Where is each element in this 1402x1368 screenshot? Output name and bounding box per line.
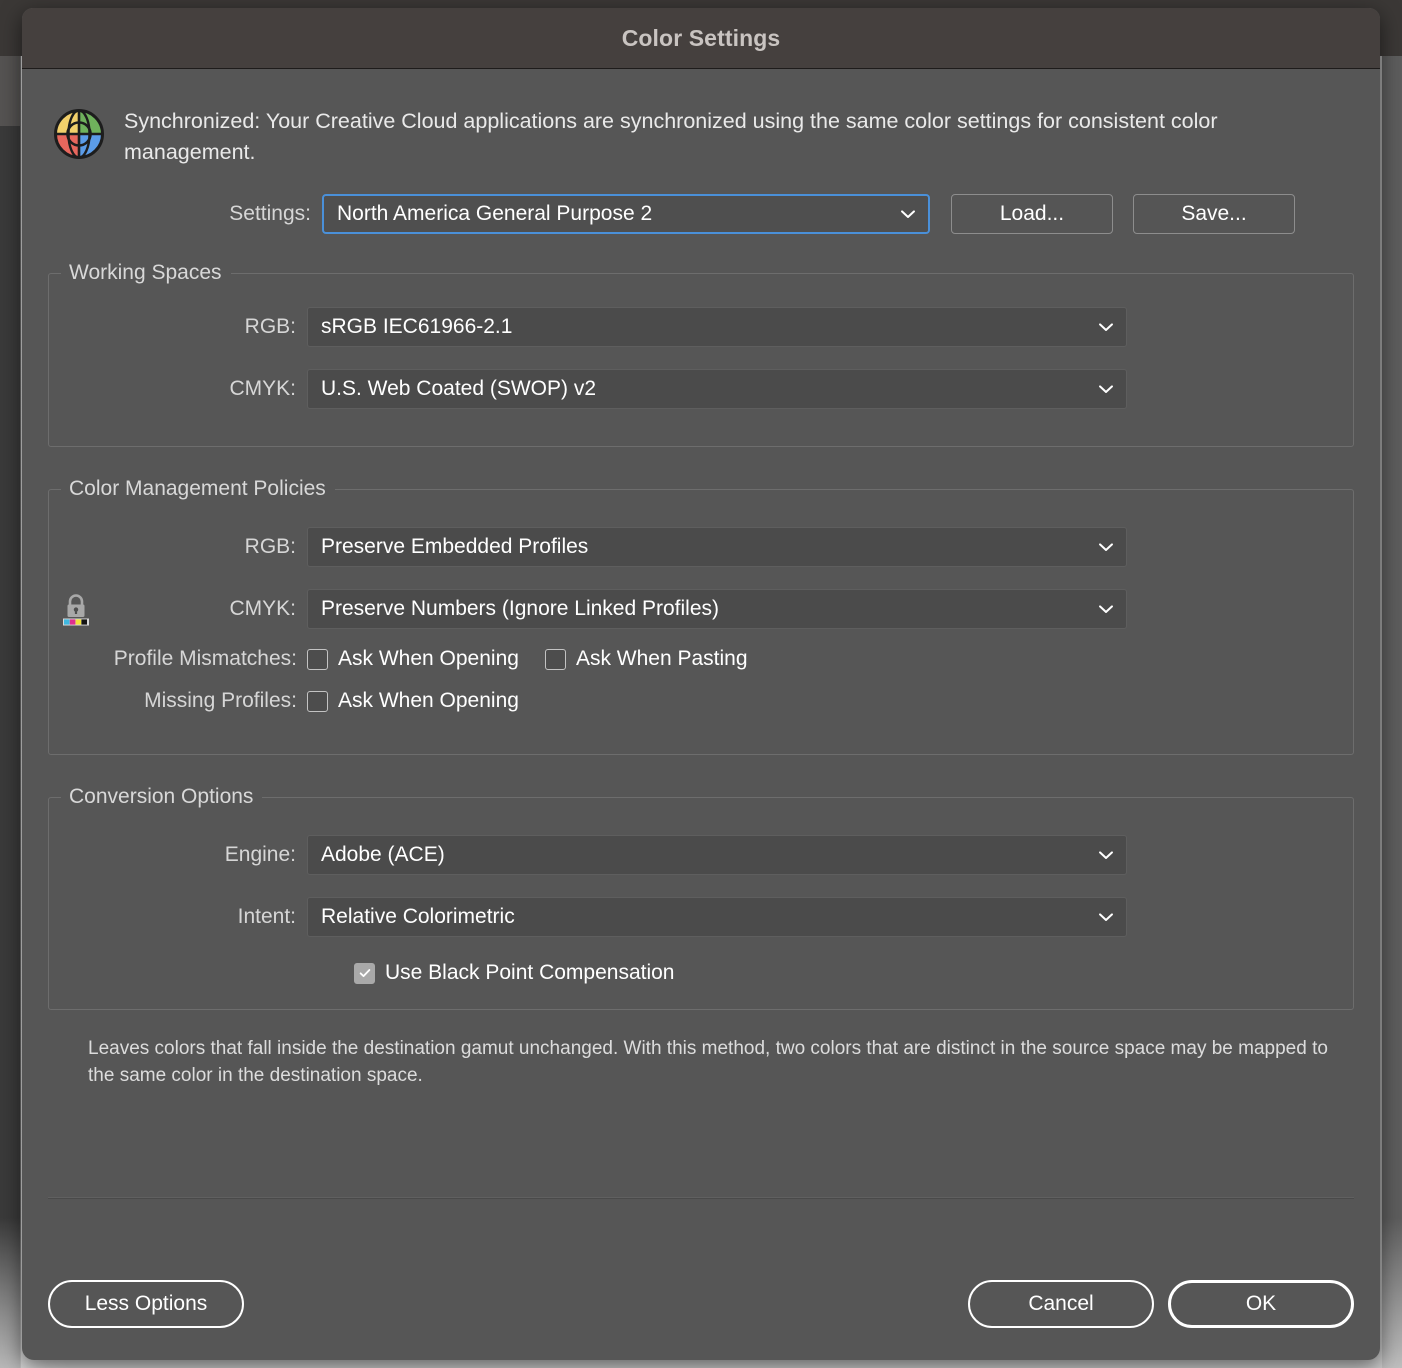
settings-row: Settings: North America General Purpose … xyxy=(48,194,1354,235)
footer-actions: Cancel OK xyxy=(968,1280,1354,1328)
conversion-engine-label: Engine: xyxy=(224,843,296,867)
conversion-intent-dropdown[interactable]: Relative Colorimetric xyxy=(307,897,1127,938)
chevron-down-icon xyxy=(1098,850,1114,860)
dialog-titlebar: Color Settings xyxy=(22,8,1380,69)
working-spaces-rgb-dropdown[interactable]: sRGB IEC61966-2.1 xyxy=(307,307,1127,348)
sync-banner: Synchronized: Your Creative Cloud applic… xyxy=(48,69,1354,167)
working-spaces-legend: Working Spaces xyxy=(69,261,222,285)
mismatch-ask-opening-item[interactable]: Ask When Opening xyxy=(307,647,519,671)
working-spaces-rgb-row: RGB: sRGB IEC61966-2.1 xyxy=(49,307,1353,348)
policies-legend: Color Management Policies xyxy=(69,477,326,501)
conversion-engine-dropdown[interactable]: Adobe (ACE) xyxy=(307,835,1127,876)
bpc-item[interactable]: Use Black Point Compensation xyxy=(354,961,1353,985)
working-spaces-rgb-label: RGB: xyxy=(244,315,296,339)
cmyk-lock-icon xyxy=(61,592,91,626)
mismatch-ask-pasting-label: Ask When Pasting xyxy=(575,647,748,671)
dialog-footer: Less Options Cancel OK xyxy=(48,1280,1354,1328)
chevron-down-icon xyxy=(900,209,916,219)
settings-preset-value: North America General Purpose 2 xyxy=(337,202,653,226)
policies-rgb-row: RGB: Preserve Embedded Profiles xyxy=(49,527,1353,568)
conversion-options-group: Conversion Options Engine: Adobe (ACE) I… xyxy=(48,785,1354,1011)
policies-rgb-label: RGB: xyxy=(244,535,296,559)
settings-label: Settings: xyxy=(229,202,311,226)
policies-cmyk-row: CMYK: Preserve Numbers (Ignore Linked Pr… xyxy=(49,589,1353,630)
chevron-down-icon xyxy=(1098,322,1114,332)
mismatch-ask-opening-checkbox[interactable] xyxy=(307,648,328,670)
ok-button[interactable]: OK xyxy=(1168,1280,1354,1328)
chevron-down-icon xyxy=(1098,912,1114,922)
load-button[interactable]: Load... xyxy=(951,194,1113,235)
policies-cmyk-value: Preserve Numbers (Ignore Linked Profiles… xyxy=(321,597,719,621)
backdrop-side-strip xyxy=(0,56,20,126)
cancel-button[interactable]: Cancel xyxy=(968,1280,1154,1328)
working-spaces-cmyk-label: CMYK: xyxy=(229,377,296,401)
conversion-engine-value: Adobe (ACE) xyxy=(321,843,445,867)
missing-profiles-row: Missing Profiles: Ask When Opening xyxy=(49,689,1353,713)
intent-description: Leaves colors that fall inside the desti… xyxy=(88,1038,1328,1086)
backdrop-right-panel xyxy=(1382,56,1402,1368)
dialog-title: Color Settings xyxy=(621,24,781,51)
less-options-button[interactable]: Less Options xyxy=(48,1280,244,1328)
color-management-policies-group: Color Management Policies RGB: Preserve … xyxy=(48,477,1354,756)
chevron-down-icon xyxy=(1098,384,1114,394)
missing-ask-opening-checkbox[interactable] xyxy=(307,690,328,712)
conversion-legend: Conversion Options xyxy=(69,785,254,809)
color-settings-dialog: Color Settings Synchronized: Your Creati… xyxy=(22,8,1380,1360)
mismatch-ask-pasting-item[interactable]: Ask When Pasting xyxy=(544,647,748,671)
missing-ask-opening-item[interactable]: Ask When Opening xyxy=(307,689,519,713)
policies-rgb-dropdown[interactable]: Preserve Embedded Profiles xyxy=(307,527,1127,568)
working-spaces-cmyk-dropdown[interactable]: U.S. Web Coated (SWOP) v2 xyxy=(307,369,1127,410)
missing-profiles-label: Missing Profiles: xyxy=(144,689,297,713)
mismatch-ask-pasting-checkbox[interactable] xyxy=(544,648,566,670)
chevron-down-icon xyxy=(1098,604,1114,614)
black-point-compensation-row: Use Black Point Compensation xyxy=(49,961,1353,985)
profile-mismatches-row: Profile Mismatches: Ask When Opening Ask… xyxy=(49,647,1353,671)
working-spaces-cmyk-value: U.S. Web Coated (SWOP) v2 xyxy=(321,377,597,401)
policies-rgb-value: Preserve Embedded Profiles xyxy=(321,535,589,559)
bpc-label: Use Black Point Compensation xyxy=(385,961,675,985)
save-button[interactable]: Save... xyxy=(1133,194,1295,235)
bpc-checkbox[interactable] xyxy=(354,962,375,984)
conversion-intent-label: Intent: xyxy=(237,905,296,929)
profile-mismatches-label: Profile Mismatches: xyxy=(113,647,297,671)
settings-preset-dropdown[interactable]: North America General Purpose 2 xyxy=(322,194,930,235)
conversion-intent-value: Relative Colorimetric xyxy=(321,905,515,929)
working-spaces-rgb-value: sRGB IEC61966-2.1 xyxy=(321,315,513,339)
dialog-body: Synchronized: Your Creative Cloud applic… xyxy=(22,69,1380,1360)
chevron-down-icon xyxy=(1098,542,1114,552)
footer-separator xyxy=(48,1197,1354,1199)
sync-message: Synchronized: Your Creative Cloud applic… xyxy=(124,109,1218,164)
missing-ask-opening-label: Ask When Opening xyxy=(338,689,519,713)
color-wheel-icon xyxy=(52,107,106,161)
working-spaces-group: Working Spaces RGB: sRGB IEC61966-2.1 CM… xyxy=(48,261,1354,448)
policies-cmyk-dropdown[interactable]: Preserve Numbers (Ignore Linked Profiles… xyxy=(307,589,1127,630)
conversion-intent-row: Intent: Relative Colorimetric xyxy=(49,897,1353,938)
mismatch-ask-opening-label: Ask When Opening xyxy=(338,647,519,671)
working-spaces-cmyk-row: CMYK: U.S. Web Coated (SWOP) v2 xyxy=(49,369,1353,410)
conversion-engine-row: Engine: Adobe (ACE) xyxy=(49,835,1353,876)
